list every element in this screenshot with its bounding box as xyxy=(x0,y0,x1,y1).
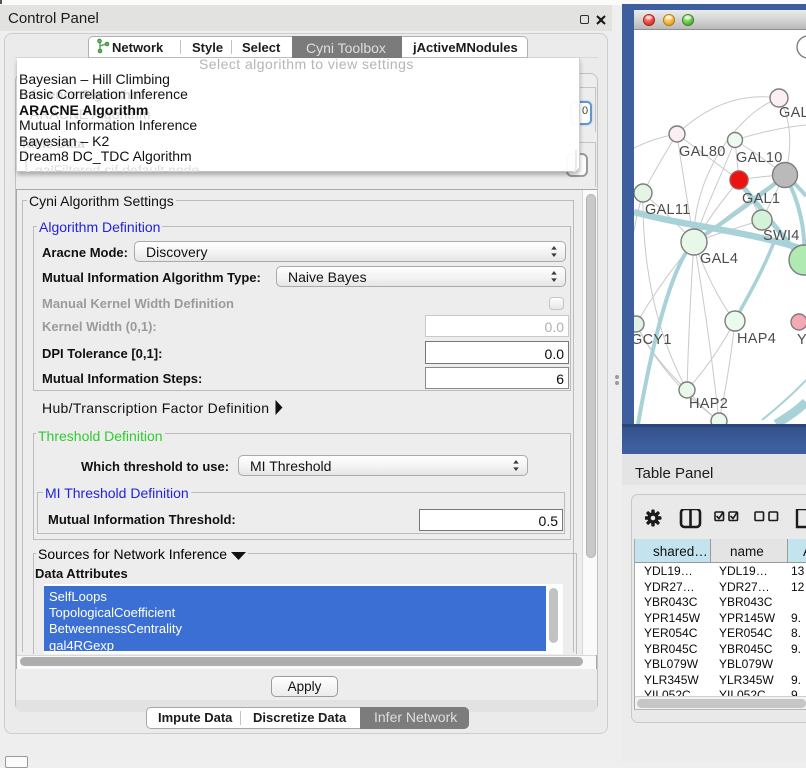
svg-text:GAL1: GAL1 xyxy=(742,191,780,207)
svg-text:HAP4: HAP4 xyxy=(737,331,776,347)
svg-text:GAL: GAL xyxy=(779,105,806,121)
svg-text:GCY1: GCY1 xyxy=(634,332,672,348)
svg-text:GAL11: GAL11 xyxy=(645,202,691,218)
svg-text:YP: YP xyxy=(797,332,806,348)
svg-text:GAL10: GAL10 xyxy=(736,150,783,166)
svg-text:HAP2: HAP2 xyxy=(689,396,728,412)
svg-text:GAL4: GAL4 xyxy=(700,251,738,267)
svg-text:GAL80: GAL80 xyxy=(679,144,726,160)
svg-text:SWI4: SWI4 xyxy=(763,228,800,244)
